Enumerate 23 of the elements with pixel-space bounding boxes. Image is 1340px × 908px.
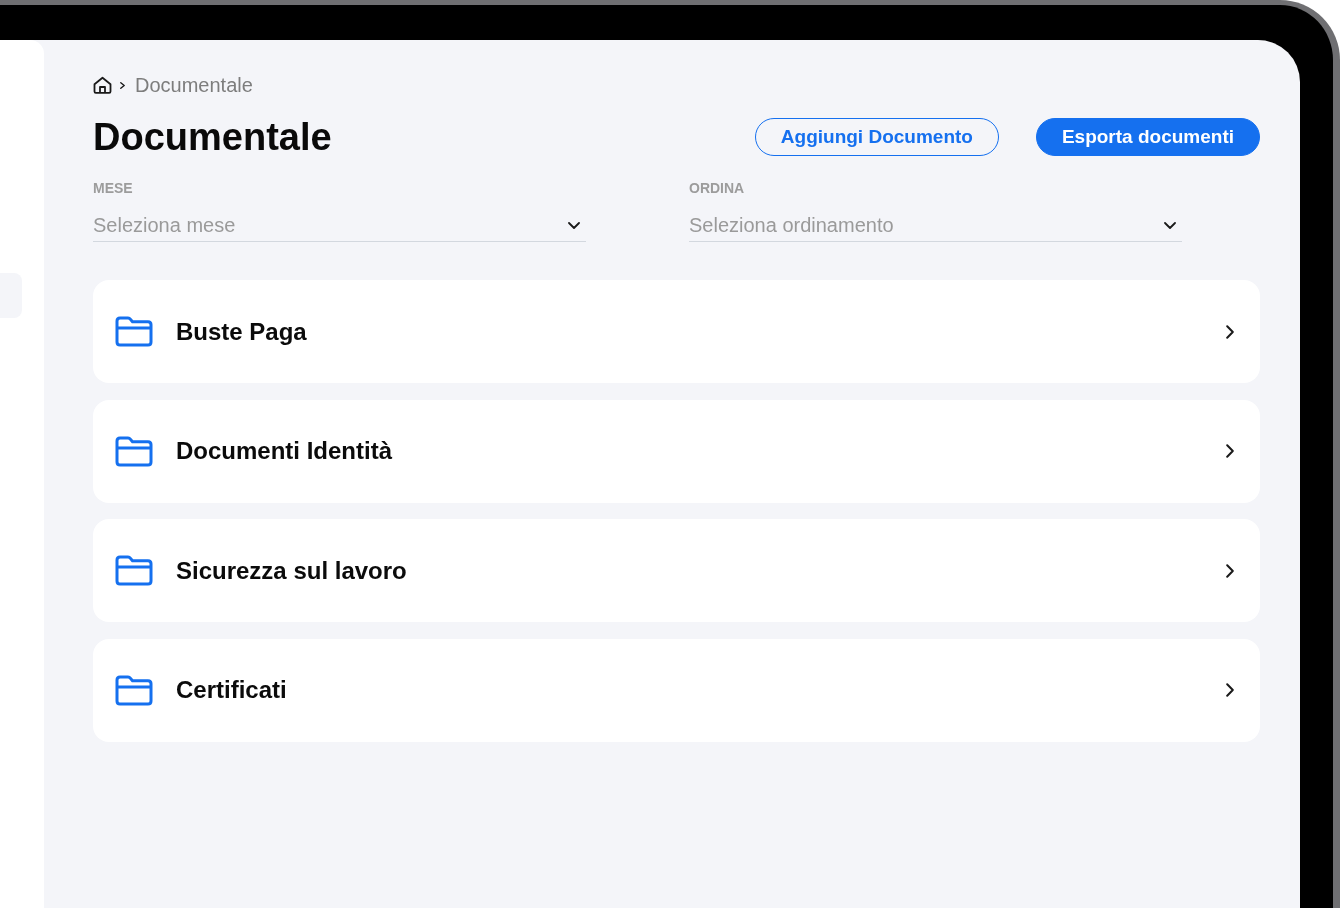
folder-list-item[interactable]: Sicurezza sul lavoro: [93, 519, 1260, 622]
dropdown-field[interactable]: Seleziona mese: [93, 213, 560, 237]
chevron-right-icon: [1226, 563, 1234, 578]
folder-list-item[interactable]: Documenti Identità: [93, 399, 1260, 503]
folder-list-item[interactable]: Buste Paga: [93, 280, 1260, 383]
dropdown-field[interactable]: Seleziona ordinamento: [689, 213, 1156, 237]
primary-action-button[interactable]: Esporta documenti: [1035, 118, 1260, 156]
breadcrumb-separator-icon: [120, 81, 125, 89]
breadcrumb-current: Documentale: [135, 73, 253, 97]
filter-label: MESE: [93, 180, 134, 197]
folder-icon: [115, 555, 153, 586]
chevron-right-icon: [1226, 683, 1234, 697]
folder-icon: [115, 435, 153, 467]
chevron-right-icon: [1226, 324, 1234, 339]
chevron-down-icon[interactable]: [568, 221, 580, 229]
home-icon[interactable]: [93, 76, 112, 94]
chevron-down-icon[interactable]: [1164, 221, 1176, 229]
chevron-right-icon: [1226, 444, 1234, 458]
folder-list-item[interactable]: Certificati: [93, 638, 1260, 742]
folder-icon: [115, 674, 153, 706]
page-title: Documentale: [93, 115, 332, 160]
folder-icon: [115, 316, 153, 347]
filter-label: ORDINA: [689, 180, 746, 197]
